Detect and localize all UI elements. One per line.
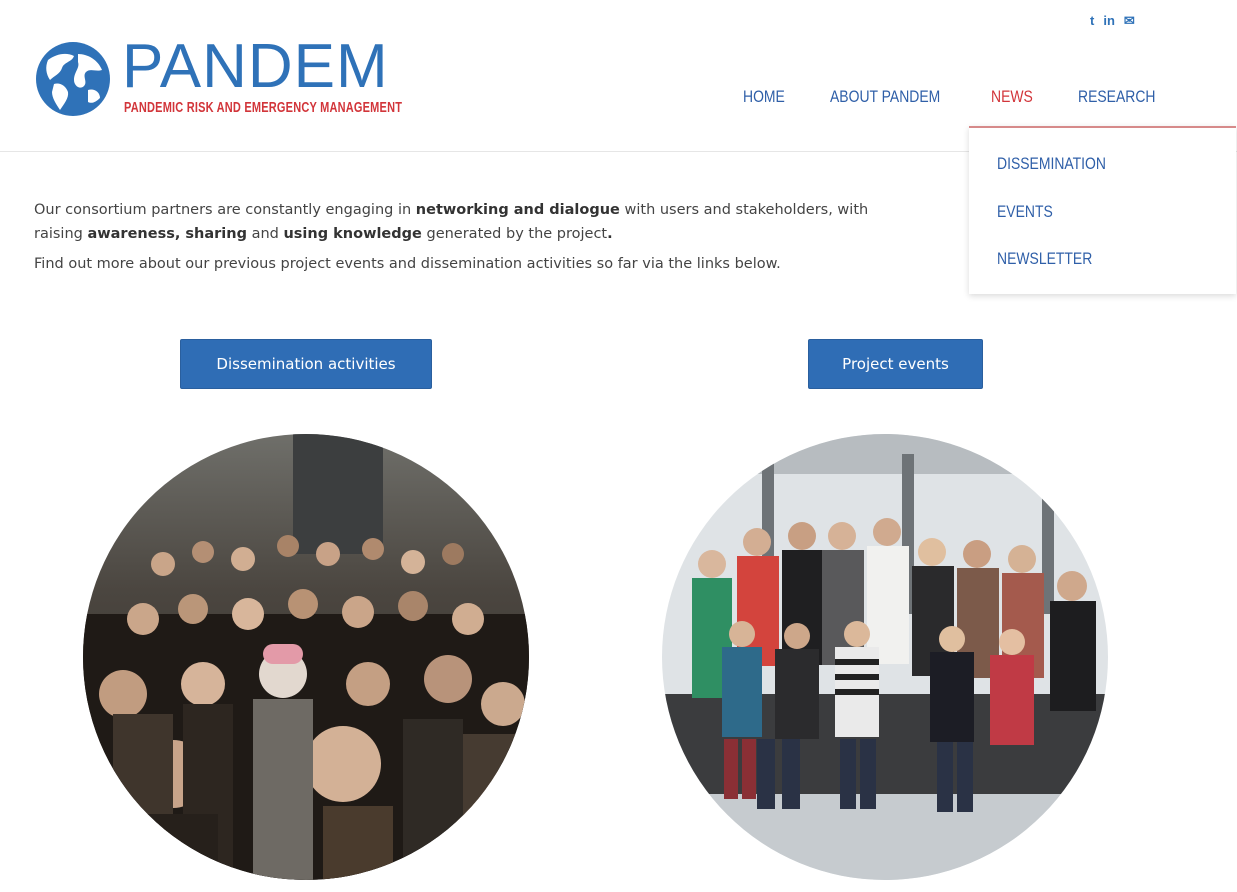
nav-item-research[interactable]: RESEARCH (1078, 84, 1155, 110)
page: PANDEM PANDEMIC RISK AND EMERGENCY MANAG… (0, 0, 1237, 892)
dropdown-item-events[interactable]: EVENTS (997, 200, 1053, 224)
linkedin-icon[interactable]: in (1103, 13, 1115, 29)
project-events-button[interactable]: Project events (808, 339, 983, 389)
intro-paragraph-1: Our consortium partners are constantly e… (34, 202, 869, 242)
dropdown-item-dissemination[interactable]: DISSEMINATION (997, 152, 1106, 176)
social-links: t in ✉ (1090, 13, 1135, 29)
nav-item-about[interactable]: ABOUT PANDEM (830, 84, 940, 110)
news-dropdown-menu: DISSEMINATION EVENTS NEWSLETTER (969, 126, 1236, 294)
dropdown-item-newsletter[interactable]: NEWSLETTER (997, 247, 1092, 271)
main-nav: HOME ABOUT PANDEM NEWS RESEARCH (0, 84, 1237, 110)
twitter-icon[interactable]: t (1090, 13, 1094, 29)
crowd-image (83, 434, 529, 880)
group-image (662, 434, 1108, 880)
intro-paragraph-2: Find out more about our previous project… (34, 256, 781, 272)
crowd-photo[interactable] (83, 434, 529, 880)
dissemination-activities-button[interactable]: Dissemination activities (180, 339, 432, 389)
intro-text: Our consortium partners are constantly e… (34, 198, 964, 282)
nav-item-news[interactable]: NEWS (991, 84, 1033, 110)
nav-item-home[interactable]: HOME (743, 84, 785, 110)
email-icon[interactable]: ✉ (1124, 13, 1135, 29)
group-photo[interactable] (662, 434, 1108, 880)
